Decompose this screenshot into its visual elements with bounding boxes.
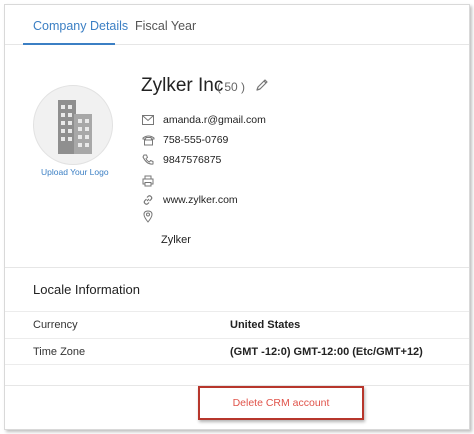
locale-label: Currency xyxy=(33,319,78,331)
active-tab-indicator xyxy=(23,43,115,45)
section-divider xyxy=(5,267,469,268)
upload-logo-link[interactable]: Upload Your Logo xyxy=(41,167,109,177)
employee-count: ( 50 ) xyxy=(217,80,246,94)
tab-bar: Company Details Fiscal Year xyxy=(5,5,469,45)
locale-row-timezone[interactable]: Time Zone (GMT -12:0) GMT-12:00 (Etc/GMT… xyxy=(5,338,469,365)
location-icon xyxy=(141,209,155,223)
tab-fiscal-year[interactable]: Fiscal Year xyxy=(135,19,196,33)
edit-icon[interactable] xyxy=(255,78,269,92)
email-row: amanda.r@gmail.com xyxy=(141,112,266,128)
mobile-value[interactable]: 9847576875 xyxy=(163,154,221,166)
building-icon xyxy=(58,100,92,154)
email-value[interactable]: amanda.r@gmail.com xyxy=(163,114,266,126)
mobile-icon xyxy=(141,153,155,167)
phone-icon xyxy=(141,133,155,147)
tab-company-details[interactable]: Company Details xyxy=(33,19,128,33)
phone-value[interactable]: 758-555-0769 xyxy=(163,134,228,146)
mobile-row: 9847576875 xyxy=(141,152,221,168)
locale-value: (GMT -12:0) GMT-12:00 (Etc/GMT+12) xyxy=(230,346,423,358)
locale-value: United States xyxy=(230,319,301,331)
fax-icon xyxy=(141,174,155,188)
mail-icon xyxy=(141,113,155,127)
locale-section-title: Locale Information xyxy=(33,282,140,297)
address-value[interactable]: Zylker xyxy=(161,234,191,246)
locale-row-currency[interactable]: Currency United States xyxy=(5,311,469,338)
fax-row xyxy=(141,173,163,189)
link-icon xyxy=(141,193,155,207)
phone-row: 758-555-0769 xyxy=(141,132,228,148)
address-row xyxy=(141,208,155,224)
website-value[interactable]: www.zylker.com xyxy=(163,194,238,206)
company-settings-panel: Company Details Fiscal Year Upload Your … xyxy=(4,4,470,430)
delete-crm-account-button[interactable]: Delete CRM account xyxy=(200,388,362,418)
website-row: www.zylker.com xyxy=(141,192,238,208)
locale-table: Currency United States Time Zone (GMT -1… xyxy=(5,311,469,365)
company-name: Zylker Inc xyxy=(141,75,224,96)
locale-label: Time Zone xyxy=(33,346,86,358)
company-logo-placeholder[interactable] xyxy=(33,85,113,165)
